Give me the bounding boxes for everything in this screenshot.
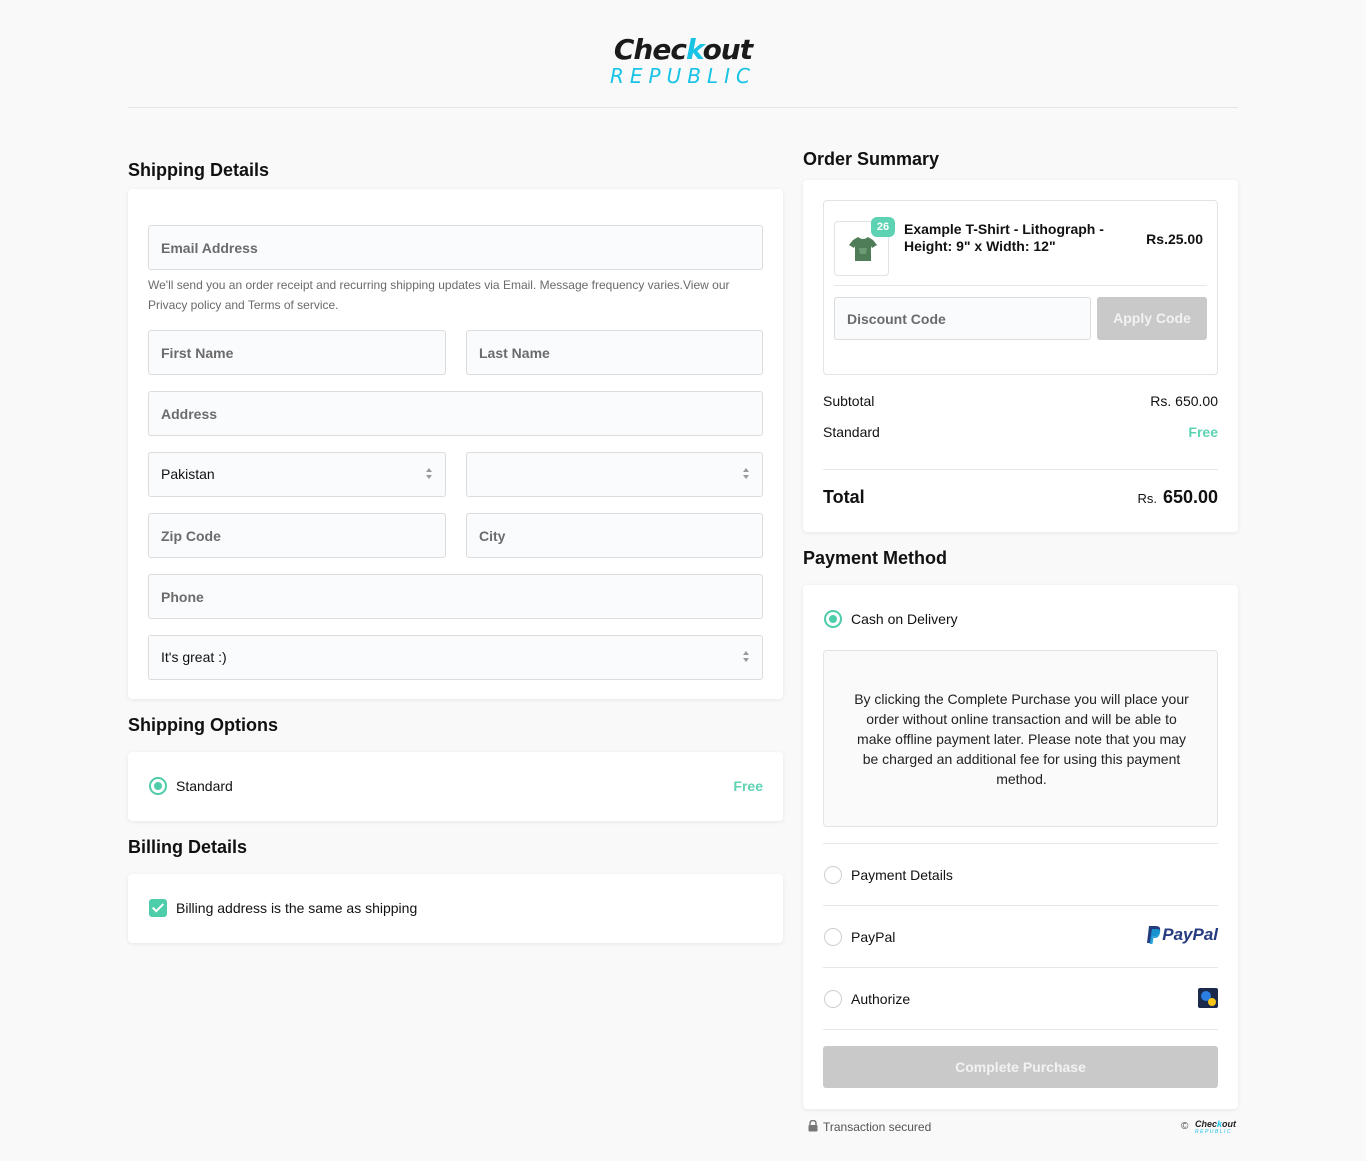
brand-logo[interactable]: Checkout REPUBLIC <box>608 33 758 89</box>
paypal-label[interactable]: PayPal <box>851 929 895 945</box>
mini-logo-subtitle: REPUBLIC <box>1195 1129 1233 1135</box>
paypal-mark <box>1147 926 1161 944</box>
address-input[interactable] <box>161 392 762 435</box>
lock-icon <box>808 1119 818 1132</box>
standard-shipping-label: Standard <box>176 778 233 794</box>
total-value: 650.00 <box>1162 487 1218 507</box>
tshirt-icon <box>849 237 877 261</box>
shipping-details-title: Shipping Details <box>128 160 270 180</box>
phone-field[interactable] <box>148 574 763 619</box>
totals-divider <box>823 469 1218 470</box>
payment-details-radio[interactable] <box>824 866 842 884</box>
zip-input[interactable] <box>161 514 445 557</box>
billing-details-title: Billing Details <box>128 837 248 857</box>
last-name-input[interactable] <box>479 331 762 374</box>
first-name-input[interactable] <box>161 331 445 374</box>
authorize-icon <box>1198 988 1218 1008</box>
item-divider <box>834 285 1207 286</box>
payment-details-label[interactable]: Payment Details <box>851 867 953 883</box>
email-input[interactable] <box>161 226 762 269</box>
email-note: We'll send you an order receipt and recu… <box>148 278 730 312</box>
shipping-options-title: Shipping Options <box>128 715 278 735</box>
first-name-field[interactable] <box>148 330 446 375</box>
product-price: Rs.25.00 <box>1146 231 1203 247</box>
select-arrows-icon <box>742 468 750 482</box>
total-label: Total <box>823 487 865 507</box>
cod-label[interactable]: Cash on Delivery <box>851 611 958 627</box>
apply-code-button[interactable]: Apply Code <box>1097 297 1207 340</box>
quantity-badge: 26 <box>871 217 895 237</box>
subtotal-label: Subtotal <box>823 393 875 409</box>
paypal-radio[interactable] <box>824 928 842 946</box>
billing-details-card: Billing address is the same as shipping <box>128 874 783 943</box>
paypal-icon: PayPal <box>1146 925 1218 947</box>
standard-shipping-radio[interactable] <box>149 777 167 795</box>
order-summary-card: 26 Example T-Shirt - Lithograph - Height… <box>803 180 1238 532</box>
payment-divider <box>823 843 1218 844</box>
discount-code-input[interactable] <box>847 298 1090 339</box>
payment-method-title: Payment Method <box>803 548 948 568</box>
subtotal-value: Rs. 650.00 <box>1150 393 1218 409</box>
order-summary-title: Order Summary <box>803 149 940 169</box>
payment-divider <box>823 967 1218 968</box>
payment-method-card: Cash on Delivery By clicking the Complet… <box>803 585 1238 1109</box>
shipping-label: Standard <box>823 424 880 440</box>
copyright-symbol: © <box>1181 1121 1189 1132</box>
select-arrows-icon <box>742 651 750 665</box>
total-amount: Rs. 650.00 <box>1137 487 1218 508</box>
feedback-value: It's great :) <box>161 649 227 665</box>
product-name: Example T-Shirt - Lithograph - Height: 9… <box>904 221 1104 254</box>
authorize-label[interactable]: Authorize <box>851 991 910 1007</box>
address-field[interactable] <box>148 391 763 436</box>
complete-purchase-button[interactable]: Complete Purchase <box>823 1046 1218 1088</box>
billing-same-label[interactable]: Billing address is the same as shipping <box>176 900 417 916</box>
payment-divider <box>823 905 1218 906</box>
mini-logo: Checkout <box>1195 1119 1237 1129</box>
standard-shipping-price: Free <box>733 778 763 794</box>
billing-same-checkbox[interactable] <box>149 899 167 917</box>
select-arrows-icon <box>425 468 433 482</box>
logo-check: k <box>685 33 704 66</box>
shipping-value: Free <box>1188 424 1218 440</box>
country-value: Pakistan <box>161 466 215 482</box>
discount-code-field[interactable] <box>834 297 1091 340</box>
logo-text: Chec <box>613 33 687 66</box>
cod-radio[interactable] <box>824 610 842 628</box>
country-select[interactable]: Pakistan <box>148 452 446 497</box>
last-name-field[interactable] <box>466 330 763 375</box>
shipping-options-card[interactable]: Standard Free <box>128 752 783 821</box>
total-currency: Rs. <box>1137 491 1157 506</box>
shipping-details-card: We'll send you an order receipt and recu… <box>128 189 783 699</box>
city-field[interactable] <box>466 513 763 558</box>
feedback-select[interactable]: It's great :) <box>148 635 763 680</box>
cod-note: By clicking the Complete Purchase you wi… <box>854 691 1189 787</box>
header: Checkout REPUBLIC <box>128 0 1238 108</box>
cart-item-box: 26 Example T-Shirt - Lithograph - Height… <box>823 200 1218 375</box>
cod-info-box: By clicking the Complete Purchase you wi… <box>823 650 1218 827</box>
logo-text-end: out <box>702 33 754 66</box>
email-field[interactable] <box>148 225 763 270</box>
paypal-logo-text: PayPal <box>1162 925 1218 944</box>
secured-text: Transaction secured <box>823 1120 932 1134</box>
transaction-secured: Transaction secured <box>808 1119 932 1134</box>
city-input[interactable] <box>479 514 762 557</box>
zip-field[interactable] <box>148 513 446 558</box>
authorize-radio[interactable] <box>824 990 842 1008</box>
payment-divider <box>823 1029 1218 1030</box>
phone-input[interactable] <box>161 575 762 618</box>
logo-subtitle: REPUBLIC <box>610 64 756 88</box>
state-select[interactable] <box>466 452 763 497</box>
